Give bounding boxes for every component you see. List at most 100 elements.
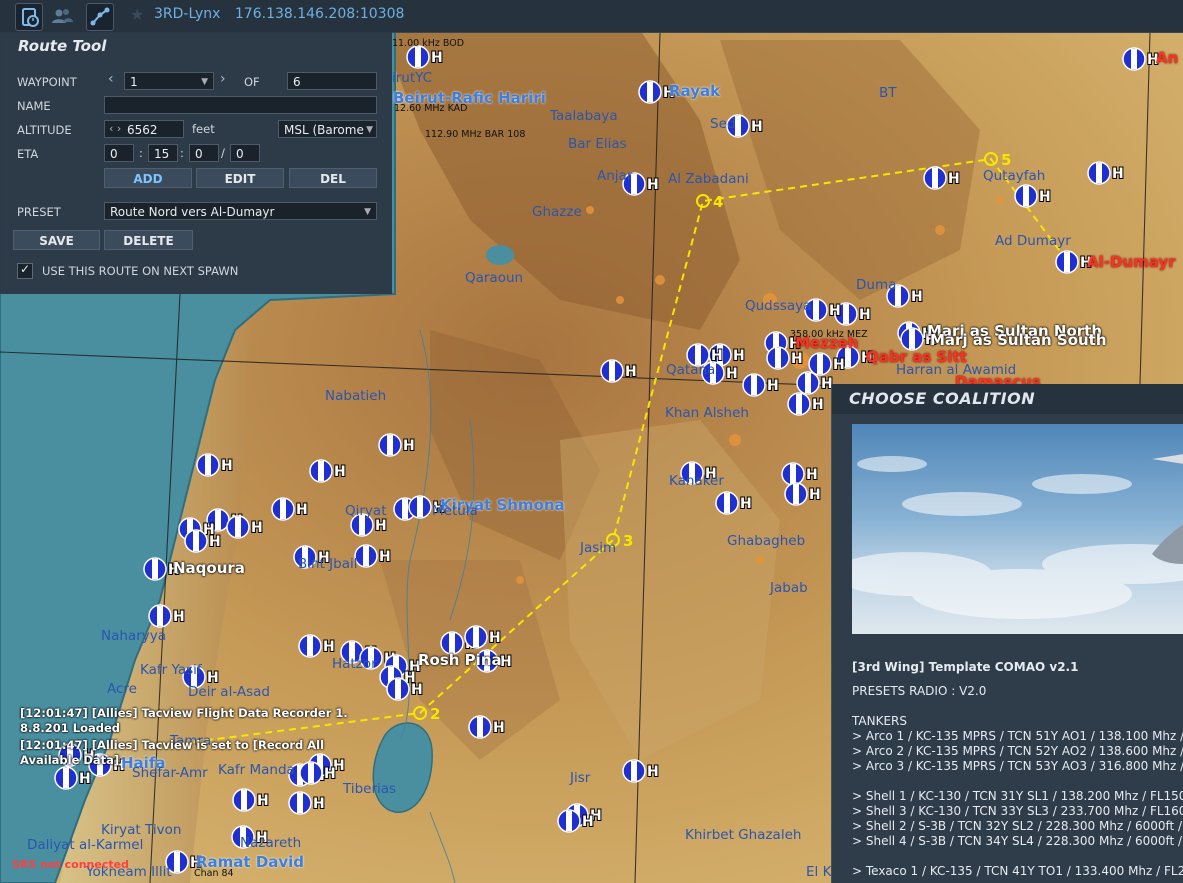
town-label: Ad Dumayr: [995, 233, 1071, 249]
airfield-label-white: Naqoura: [173, 559, 245, 577]
eta-hours-input[interactable]: 0: [104, 144, 134, 162]
route-icon[interactable]: [86, 3, 114, 31]
town-label: Acre: [107, 681, 137, 697]
eta-sep: :: [180, 146, 184, 160]
town-label: Khan Alsheh: [665, 405, 749, 421]
town-label: Nazareth: [240, 835, 302, 851]
town-label: Harran al Awamid: [896, 362, 1017, 378]
chevron-down-icon: ▼: [364, 207, 371, 217]
use-route-checkbox[interactable]: ✓: [17, 262, 33, 279]
route-tool-panel: Route Tool WAYPOINT ‹ 1 ▼ › OF 6 NAME AL…: [0, 32, 392, 294]
town-label: Anjar: [597, 168, 633, 184]
town-label: Jabab: [770, 580, 808, 596]
altitude-stepper-icon[interactable]: ‹ ›: [109, 120, 121, 138]
airfield-label-white: Rosh Pina: [418, 651, 502, 669]
town-label: Sed: [710, 116, 736, 132]
eta-minutes-input[interactable]: 15: [148, 144, 178, 162]
log-message: [12:01:47] [Allies] Tacview is set to [R…: [20, 738, 324, 768]
mission-title: [3rd Wing] Template COMAO v2.1: [852, 660, 1079, 674]
log-line: Available Data]: [20, 753, 120, 767]
altitude-input[interactable]: ‹ › 6562: [104, 120, 184, 138]
town-label: Qatana: [666, 362, 716, 378]
preset-label: PRESET: [17, 205, 61, 219]
town-label: irutYC: [392, 70, 433, 86]
waypoint-count-field: 6: [287, 72, 377, 90]
tanker-line: > Arco 3 / KC-135 MPRS / TCN 53Y AO3 / 3…: [852, 759, 1183, 773]
log-line: [12:01:47] [Allies] Tacview is set to [R…: [20, 738, 325, 752]
town-label: Qutayfah: [983, 168, 1046, 184]
altitude-unit: feet: [192, 122, 215, 136]
tankers-header: TANKERS: [852, 714, 907, 728]
town-label: Qudssaya: [745, 298, 812, 314]
mission-briefing: [3rd Wing] Template COMAO v2.1 PRESETS RA…: [852, 660, 1183, 879]
mission-image: [852, 424, 1183, 634]
town-label: BT: [879, 85, 897, 101]
srs-status: SRS not connected: [12, 858, 129, 871]
presets-radio: PRESETS RADIO : V2.0: [852, 684, 987, 698]
airfield-label-red: Al-Dumayr: [1087, 253, 1176, 271]
waypoint-select[interactable]: 1 ▼: [124, 72, 214, 90]
airfield-label-white: Marj as Sultan South: [930, 331, 1107, 349]
tanker-line: > Arco 2 / KC-135 MPRS / TCN 52Y AO2 / 1…: [852, 744, 1183, 758]
airfield-label-red: An: [1156, 49, 1179, 67]
tanker-line: > Shell 4 / S-3B / TCN 34Y SL4 / 228.300…: [852, 834, 1183, 848]
save-preset-button[interactable]: SAVE: [13, 230, 100, 250]
server-address: 176.138.146.208:10308: [234, 6, 405, 22]
town-label: Tiberias: [343, 781, 397, 797]
top-bar: ★ 3RD-Lynx 176.138.146.208:10308: [0, 0, 1183, 33]
beacon-label: 112.90 MHz BAR 108: [425, 129, 526, 140]
delete-waypoint-button[interactable]: DEL: [289, 168, 377, 188]
next-waypoint-icon[interactable]: ›: [220, 71, 226, 87]
preset-select[interactable]: Route Nord vers Al-Dumayr ▼: [104, 202, 377, 220]
town-label: Jasim: [580, 540, 617, 556]
town-label: Ghazze: [532, 204, 582, 220]
altitude-value: 6562: [127, 123, 158, 137]
mission-clock-icon[interactable]: [15, 3, 43, 31]
server-info: 3RD-Lynx 176.138.146.208:10308: [154, 6, 414, 22]
town-label: Bar Elias: [568, 136, 627, 152]
star-icon[interactable]: ★: [130, 5, 144, 24]
server-name: 3RD-Lynx: [154, 6, 221, 22]
town-label: Daliyat al-Karmel: [27, 837, 144, 853]
choose-coalition-panel: CHOOSE COALITION [3rd Wing] Template COM…: [831, 384, 1183, 883]
edit-waypoint-button[interactable]: EDIT: [196, 168, 284, 188]
use-route-label: USE THIS ROUTE ON NEXT SPAWN: [42, 264, 239, 278]
airfield-label-blue: Rayak: [669, 82, 721, 100]
beacon-label: 358.00 kHz MEZ: [790, 329, 868, 340]
eta-sep: :: [139, 146, 143, 160]
tanker-line: > Texaco 1 / KC-135 / TCN 41Y TO1 / 133.…: [852, 864, 1183, 878]
town-label: Kanaker: [669, 473, 724, 489]
town-label: Ghabagheb: [727, 533, 806, 549]
prev-waypoint-icon[interactable]: ‹: [108, 71, 114, 87]
coalition-body: [3rd Wing] Template COMAO v2.1 PRESETS RA…: [832, 414, 1183, 883]
beacon-label: 12.60 MHz KAD: [394, 103, 468, 114]
delete-preset-button[interactable]: DELETE: [104, 230, 193, 250]
beacon-label: Chan 84: [194, 868, 234, 879]
log-message: [12:01:47] [Allies] Tacview Flight Data …: [20, 706, 348, 736]
chevron-down-icon: ▼: [201, 77, 208, 87]
coalition-title: CHOOSE COALITION: [849, 389, 1036, 408]
eta-day-input[interactable]: 0: [230, 144, 260, 162]
town-label: Hatzor: [332, 656, 377, 672]
tanker-line: > Shell 1 / KC-130 / TCN 31Y SL1 / 138.2…: [852, 789, 1183, 803]
waypoint-label: WAYPOINT: [17, 75, 77, 89]
beacon-label: 11.00 kHz BOD: [392, 38, 465, 49]
town-label: Naharyya: [101, 628, 167, 644]
of-label: OF: [244, 75, 260, 89]
add-waypoint-button[interactable]: ADD: [104, 168, 192, 188]
altitude-mode-select[interactable]: MSL (Barome ▼: [278, 120, 377, 138]
name-input[interactable]: [104, 96, 377, 114]
town-label: Nabatieh: [325, 388, 387, 404]
town-label: Bint Jbail: [298, 556, 358, 572]
altitude-label: ALTITUDE: [17, 123, 72, 137]
checkmark-icon: ✓: [20, 262, 31, 276]
town-label: Jisr: [570, 770, 591, 786]
players-icon[interactable]: [49, 3, 75, 29]
tanker-line: > Shell 2 / S-3B / TCN 32Y SL2 / 228.300…: [852, 819, 1183, 833]
preset-value: Route Nord vers Al-Dumayr: [110, 205, 275, 219]
tanker-line: > Arco 1 / KC-135 MPRS / TCN 51Y AO1 / 1…: [852, 729, 1183, 743]
town-label: Qiryat: [345, 503, 387, 519]
town-label: Taalabaya: [550, 108, 618, 124]
eta-seconds-input[interactable]: 0: [189, 144, 219, 162]
town-label: Khirbet Ghazaleh: [685, 827, 802, 843]
